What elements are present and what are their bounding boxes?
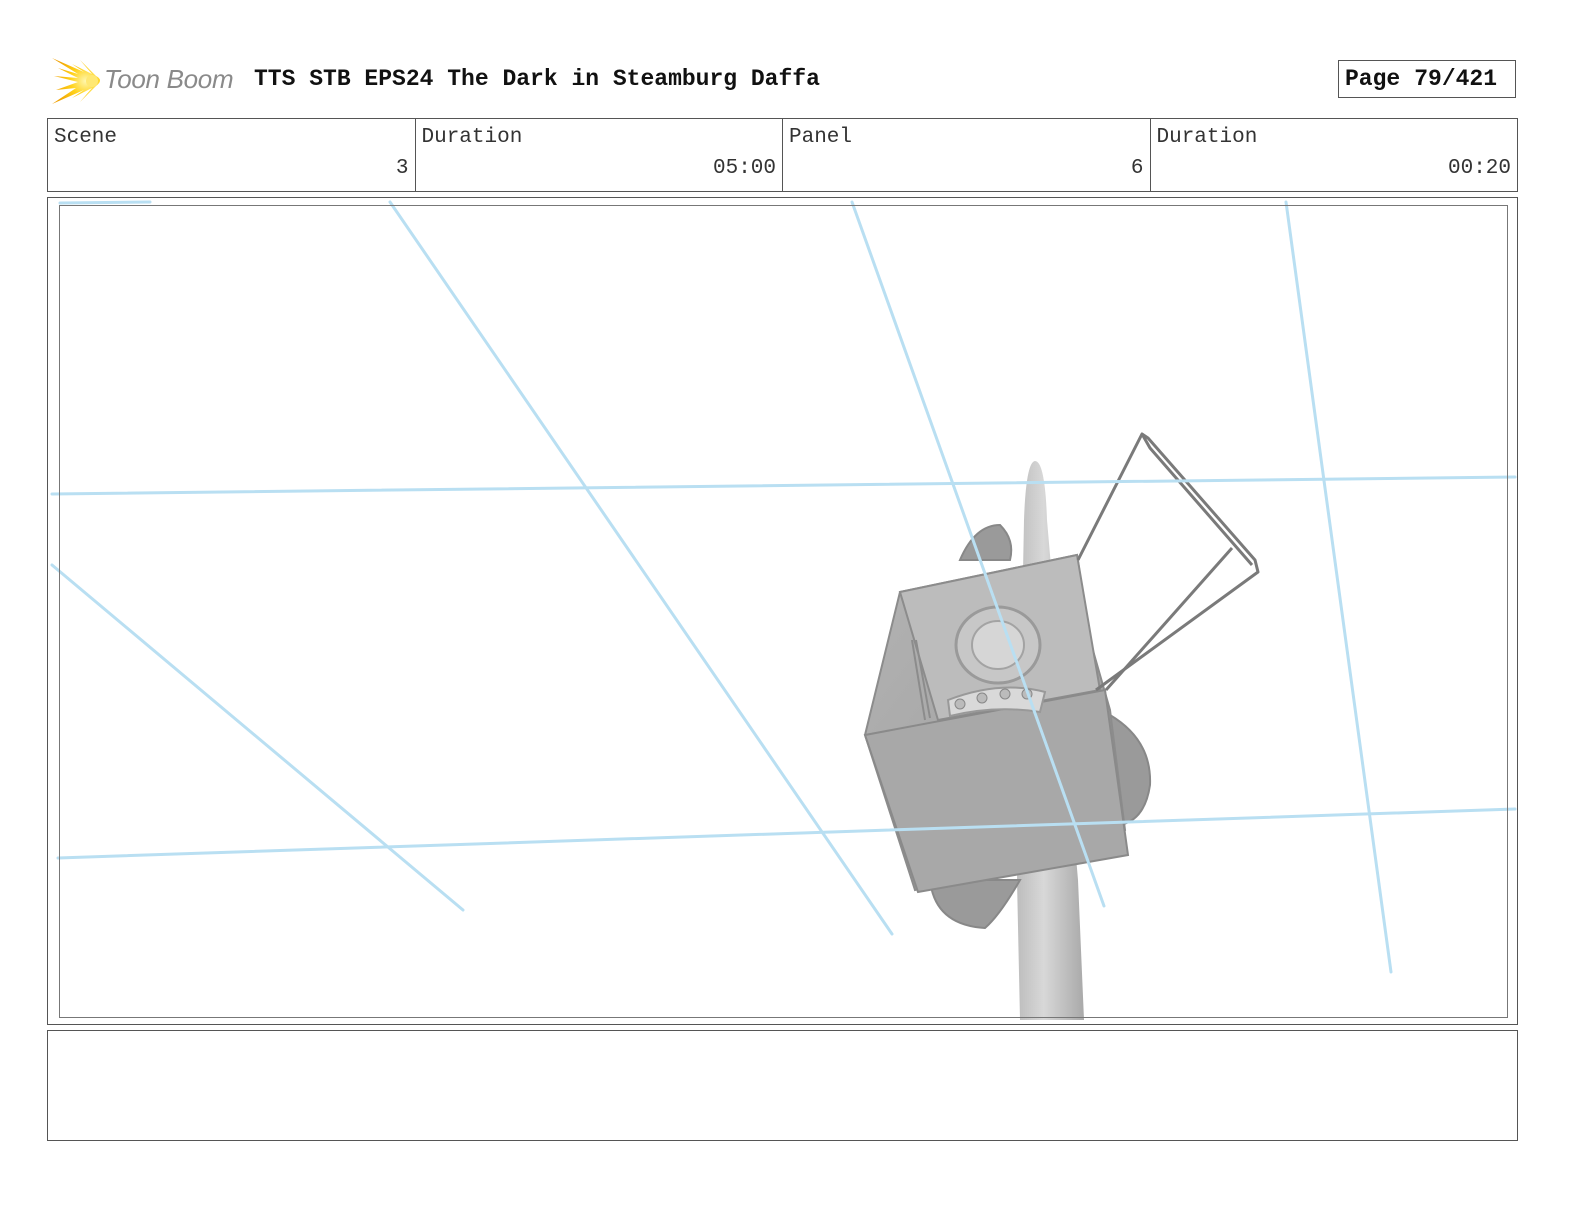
panel-duration-label: Duration (1156, 126, 1258, 149)
panel-notes-box[interactable] (47, 1030, 1518, 1141)
storyboard-panel-safe-frame (59, 205, 1508, 1018)
scene-duration-label: Duration (421, 126, 523, 149)
panel-duration-cell: Duration 00:20 (1151, 119, 1518, 191)
panel-info-table: Scene 3 Duration 05:00 Panel 6 Duration … (47, 118, 1518, 192)
panel-value: 6 (1130, 157, 1144, 180)
scene-duration-value: 05:00 (712, 157, 776, 180)
logo-text: Toon Boom (104, 64, 234, 94)
scene-cell: Scene 3 (48, 119, 416, 191)
logo-burst-icon (52, 58, 100, 104)
page-number: 79/421 (1414, 66, 1498, 92)
scene-duration-cell: Duration 05:00 (416, 119, 783, 191)
panel-cell: Panel 6 (783, 119, 1151, 191)
scene-label: Scene (54, 126, 118, 149)
project-title: TTS STB EPS24 The Dark in Steamburg Daff… (254, 66, 820, 92)
panel-duration-value: 00:20 (1447, 157, 1511, 180)
scene-value: 3 (395, 157, 409, 180)
panel-label: Panel (789, 126, 853, 149)
toon-boom-logo: Toon Boom (50, 54, 240, 108)
page-indicator: Page 79/421 (1338, 60, 1516, 98)
page-label: Page (1345, 66, 1401, 92)
